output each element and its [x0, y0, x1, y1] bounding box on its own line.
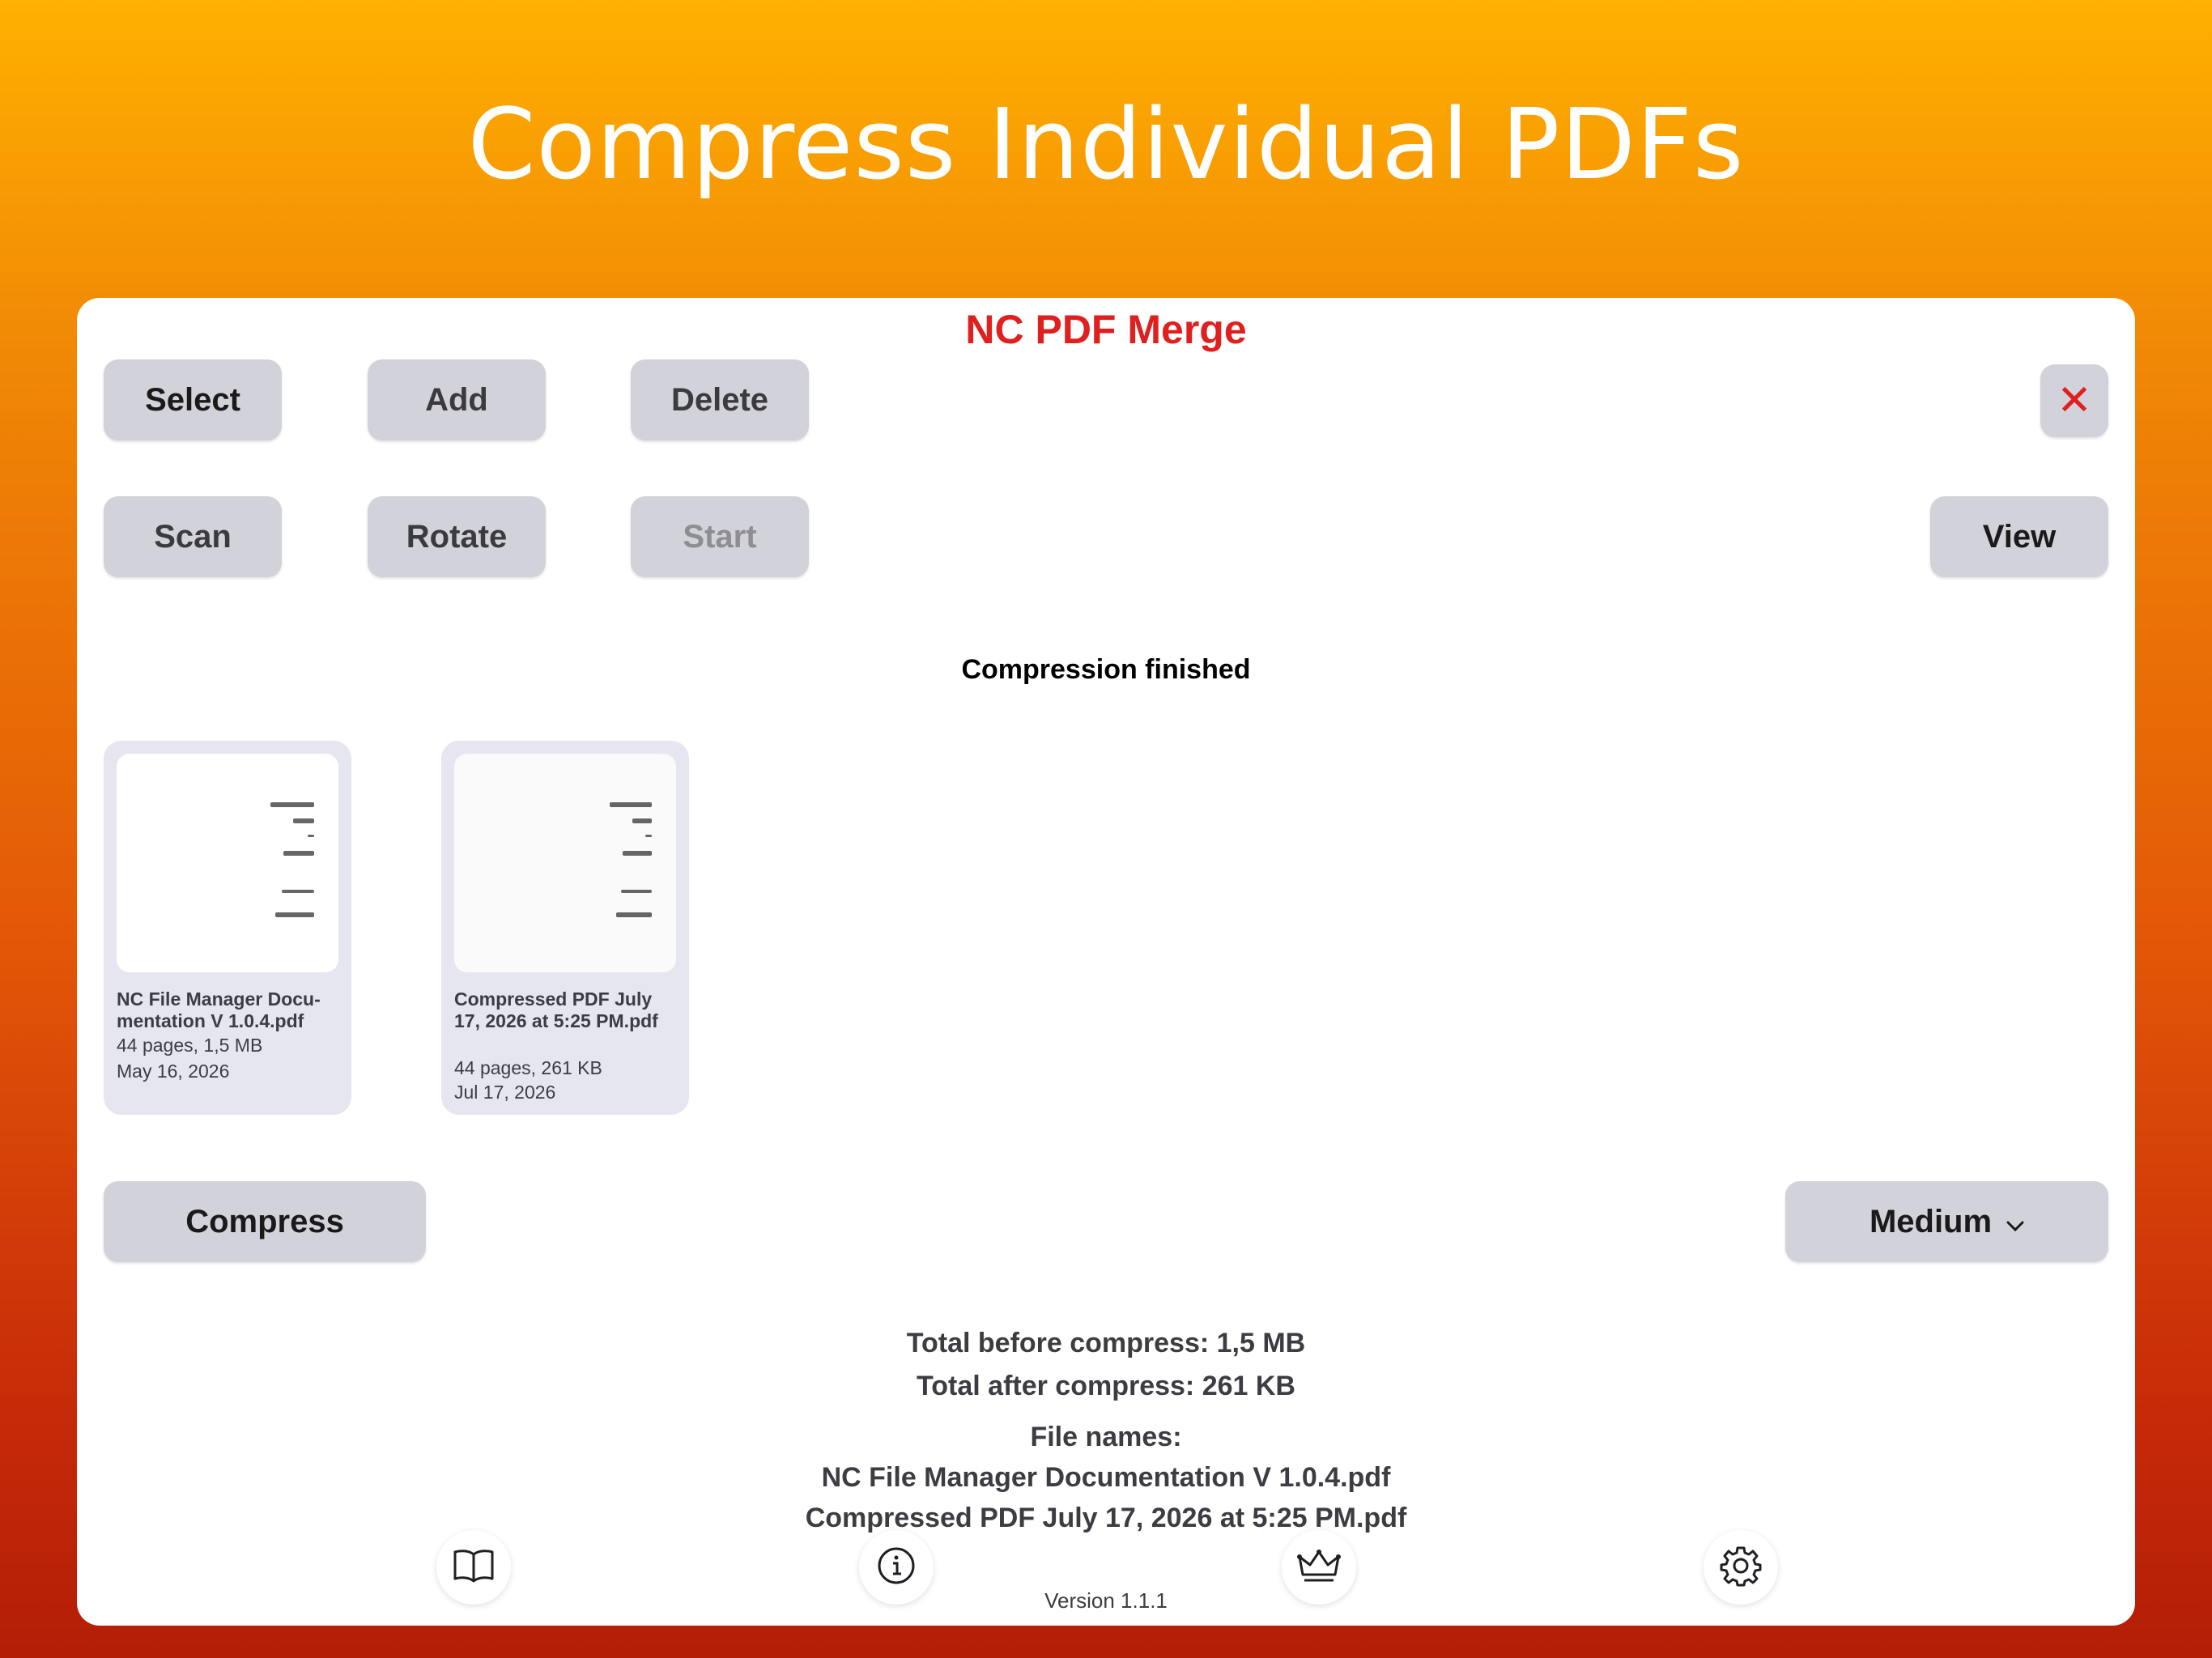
file-names-label: File names:	[1030, 1422, 1182, 1452]
rotate-button[interactable]: Rotate	[368, 496, 546, 577]
app-window: NC PDF Merge Select Add Delete ✕ Scan Ro…	[77, 298, 2135, 1626]
app-title: NC PDF Merge	[965, 307, 1247, 352]
file-name-1: NC File Manager Documentation V 1.0.4.pd…	[821, 1462, 1391, 1493]
crown-icon	[1296, 1547, 1342, 1588]
file-name: NC File Manager Docu-mentation V 1.0.4.p…	[117, 988, 321, 1031]
status-text: Compression finished	[961, 654, 1251, 685]
select-button[interactable]: Select	[104, 359, 282, 440]
file-size: 44 pages, 261 KB	[454, 1057, 602, 1078]
chevron-down-icon	[2006, 1204, 2024, 1240]
pdf-thumbnail	[117, 754, 338, 972]
add-button[interactable]: Add	[368, 359, 546, 440]
delete-button[interactable]: Delete	[631, 359, 809, 440]
file-size: 44 pages, 1,5 MB	[117, 1035, 263, 1056]
total-before: Total before compress: 1,5 MB	[906, 1328, 1306, 1358]
quality-dropdown[interactable]: Medium	[1785, 1181, 2108, 1262]
book-icon	[453, 1548, 495, 1588]
quality-dropdown-label: Medium	[1869, 1203, 1993, 1239]
version-label: Version 1.1.1	[1044, 1588, 1168, 1613]
view-button[interactable]: View	[1930, 496, 2108, 577]
file-card[interactable]: NC File Manager Docu-mentation V 1.0.4.p…	[104, 741, 351, 1115]
total-after: Total after compress: 261 KB	[917, 1371, 1295, 1401]
close-button[interactable]: ✕	[2040, 364, 2108, 437]
compress-button[interactable]: Compress	[104, 1181, 426, 1262]
file-date: May 16, 2026	[117, 1061, 230, 1082]
scan-button[interactable]: Scan	[104, 496, 282, 577]
file-name: Compressed PDF July 17, 2026 at 5:25 PM.…	[454, 988, 658, 1031]
banner-title: Compress Individual PDFs	[467, 89, 1745, 202]
file-date: Jul 17, 2026	[454, 1082, 556, 1103]
pdf-thumbnail	[454, 754, 676, 972]
file-card[interactable]: Compressed PDF July 17, 2026 at 5:25 PM.…	[441, 741, 689, 1115]
start-button[interactable]: Start	[631, 496, 809, 577]
info-icon	[876, 1545, 917, 1590]
file-name-2: Compressed PDF July 17, 2026 at 5:25 PM.…	[805, 1503, 1407, 1533]
gear-icon	[1720, 1545, 1762, 1591]
